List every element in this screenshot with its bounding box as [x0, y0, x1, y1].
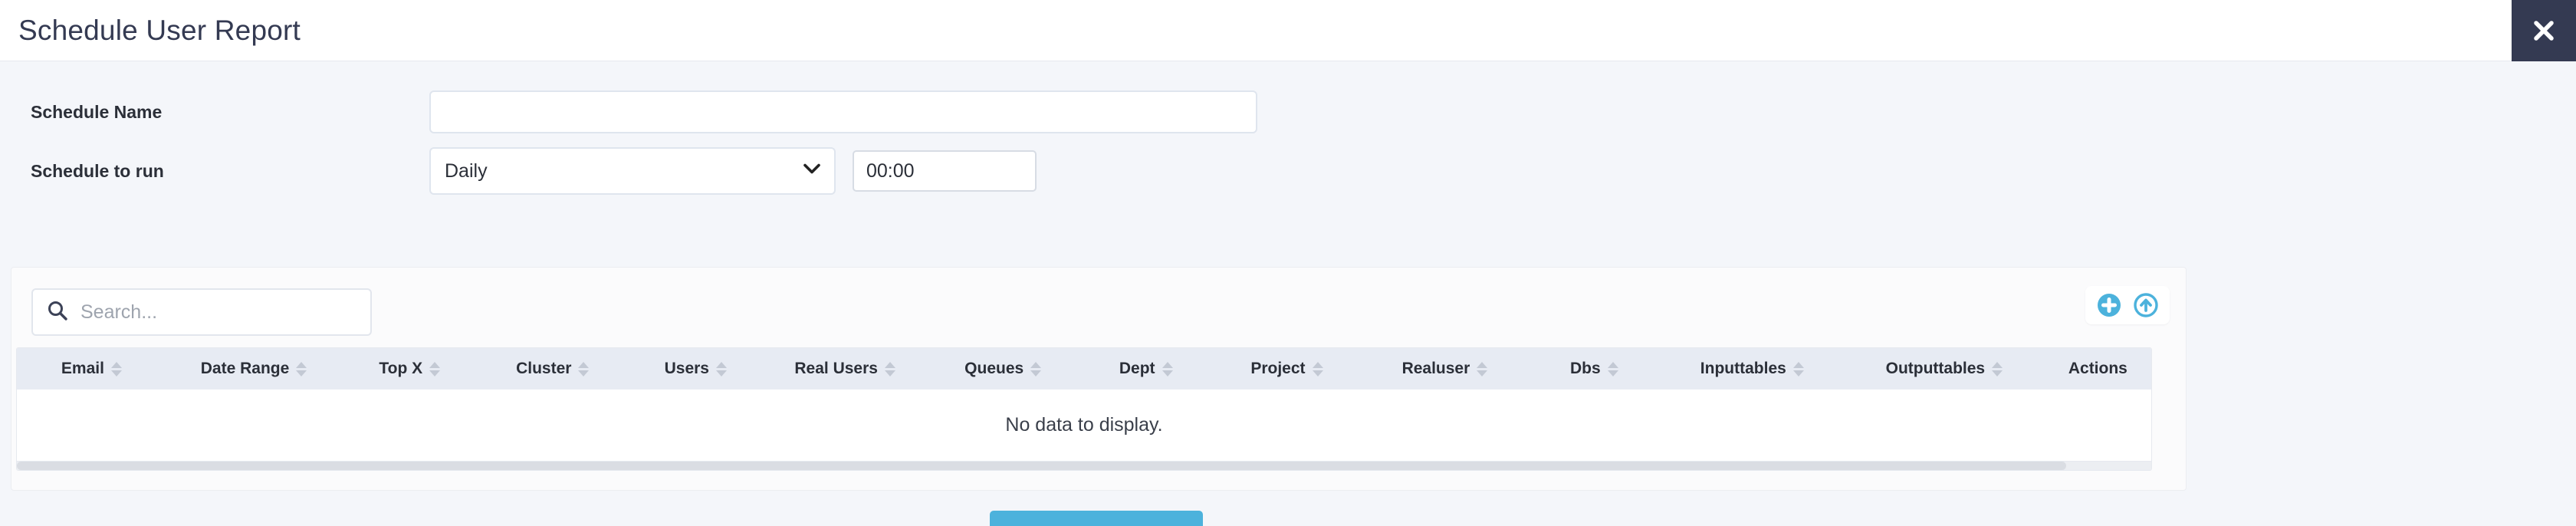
dialog-footer: Save Schedule — [0, 511, 2193, 526]
sort-arrows-icon[interactable] — [296, 361, 307, 376]
sort-arrows-icon[interactable] — [715, 361, 727, 376]
sort-arrows-icon[interactable] — [1162, 361, 1173, 376]
sort-arrows-icon[interactable] — [578, 361, 590, 376]
table-column-header-email[interactable]: Email — [17, 348, 166, 390]
sort-arrows-icon[interactable] — [1312, 361, 1323, 376]
frequency-select[interactable]: Daily — [429, 147, 836, 195]
sort-arrows-icon[interactable] — [884, 361, 895, 376]
plus-circle-icon[interactable] — [2096, 292, 2122, 318]
dialog-titlebar: Schedule User Report — [0, 0, 2576, 61]
column-label: Outputtables — [1885, 360, 1986, 377]
table-column-header-cluster[interactable]: Cluster — [478, 348, 627, 390]
table-column-header-top-x[interactable]: Top X — [341, 348, 478, 390]
table-horizontal-scrollbar[interactable] — [17, 461, 2151, 470]
column-label: Real Users — [794, 360, 878, 377]
sort-arrows-icon[interactable] — [110, 361, 122, 376]
page-title: Schedule User Report — [18, 14, 301, 46]
close-button[interactable] — [2512, 0, 2576, 61]
column-label: Queues — [964, 360, 1024, 377]
sort-arrows-icon[interactable] — [429, 361, 441, 376]
sort-arrows-icon[interactable] — [1607, 361, 1618, 376]
time-input[interactable] — [853, 150, 1037, 192]
table-body: No data to display. — [17, 390, 2151, 461]
table-column-header-outputtables[interactable]: Outputtables — [1844, 348, 2045, 390]
frequency-select-value[interactable]: Daily — [429, 147, 836, 195]
search-box[interactable] — [31, 288, 372, 336]
column-label: Cluster — [516, 360, 572, 377]
scrollbar-thumb[interactable] — [17, 462, 2066, 470]
search-input[interactable] — [79, 300, 332, 324]
table-column-header-realuser[interactable]: Realuser — [1362, 348, 1528, 390]
table-column-header-queues[interactable]: Queues — [926, 348, 1079, 390]
table-column-header-date-range[interactable]: Date Range — [166, 348, 341, 390]
table-column-header-inputtables[interactable]: Inputtables — [1661, 348, 1844, 390]
table-column-header-real-users[interactable]: Real Users — [764, 348, 926, 390]
column-label: Users — [664, 360, 709, 377]
table-column-header-actions: Actions — [2045, 348, 2151, 390]
sort-arrows-icon[interactable] — [1992, 361, 2003, 376]
table-column-header-dept[interactable]: Dept — [1079, 348, 1212, 390]
column-label: Email — [61, 360, 104, 377]
close-icon — [2531, 18, 2557, 44]
save-schedule-button[interactable]: Save Schedule — [990, 511, 1203, 526]
dialog-body: Schedule Name Schedule to run Daily 00:0… — [0, 61, 2576, 526]
schedule-to-run-label: Schedule to run — [31, 160, 164, 181]
schedule-to-run-row: Schedule to run Daily — [0, 147, 1037, 195]
schedule-name-row: Schedule Name — [0, 90, 1257, 133]
table-header: Email Date Range Top X Cluster Users Real Use… — [17, 348, 2151, 390]
schedule-name-input[interactable] — [429, 90, 1257, 133]
column-label: Dbs — [1569, 360, 1601, 377]
table-header-row: Email Date Range Top X Cluster Users Real Use… — [17, 348, 2151, 390]
schedule-name-label: Schedule Name — [31, 101, 163, 122]
sort-arrows-icon[interactable] — [1792, 361, 1804, 376]
table-column-header-project[interactable]: Project — [1212, 348, 1362, 390]
column-label: Realuser — [1401, 360, 1470, 377]
schedule-list-panel: Email Date Range Top X Cluster Users Real Use… — [11, 267, 2187, 491]
column-label: Dept — [1119, 360, 1155, 377]
column-label: Actions — [2068, 360, 2128, 377]
schedules-table-container: Email Date Range Top X Cluster Users Real Use… — [16, 347, 2152, 471]
column-label: Inputtables — [1700, 360, 1786, 377]
sort-arrows-icon[interactable] — [1030, 361, 1042, 376]
table-column-header-users[interactable]: Users — [627, 348, 764, 390]
schedules-table: Email Date Range Top X Cluster Users Real Use… — [17, 348, 2151, 461]
column-label: Top X — [379, 360, 423, 377]
column-label: Date Range — [200, 360, 290, 377]
arrow-up-circle-icon[interactable] — [2133, 292, 2159, 318]
column-label: Project — [1250, 360, 1306, 377]
empty-message: No data to display. — [17, 390, 2151, 461]
table-empty-row: No data to display. — [17, 390, 2151, 461]
sort-arrows-icon[interactable] — [1477, 361, 1488, 376]
table-actions-group — [2085, 286, 2170, 324]
search-icon — [47, 300, 68, 325]
table-column-header-dbs[interactable]: Dbs — [1528, 348, 1661, 390]
